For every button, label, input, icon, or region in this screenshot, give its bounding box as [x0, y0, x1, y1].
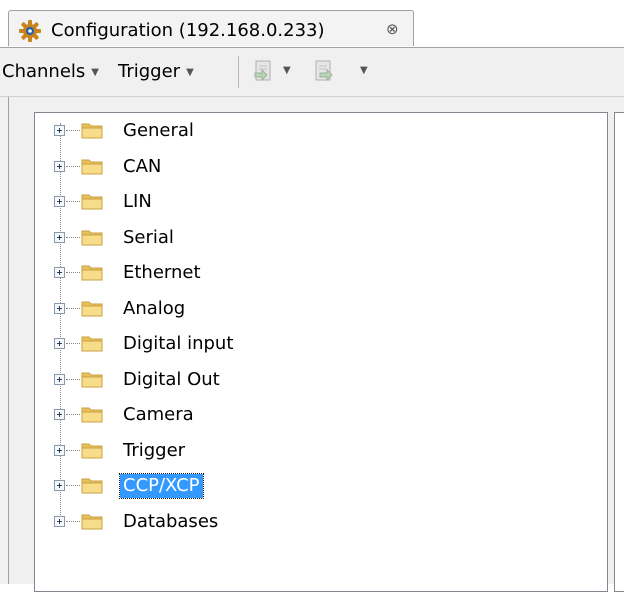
tree-item[interactable]: Trigger [0, 439, 400, 463]
tree-item[interactable]: Camera [0, 403, 400, 427]
expand-icon[interactable] [54, 480, 65, 491]
tree-item-label[interactable]: Digital input [120, 332, 236, 356]
tree-item[interactable]: Serial [0, 226, 400, 250]
trigger-label: Trigger [118, 61, 181, 82]
tab-title: Configuration (192.168.0.233) [51, 20, 325, 41]
tree-item-label[interactable]: Ethernet [120, 261, 204, 285]
folder-icon [81, 121, 103, 139]
folder-icon [81, 157, 103, 175]
details-panel [614, 112, 624, 592]
tree-item[interactable]: Digital Out [0, 368, 400, 392]
expand-icon[interactable] [54, 267, 65, 278]
tree-item-label[interactable]: Serial [120, 226, 177, 250]
tree-item-label[interactable]: LIN [120, 190, 155, 214]
tree-item[interactable]: CAN [0, 155, 400, 179]
tree-item-label[interactable]: CCP/XCP [119, 473, 204, 499]
tree-item-label[interactable]: CAN [120, 155, 164, 179]
folder-icon [81, 192, 103, 210]
tab-strip: Configuration (192.168.0.233) ⊗ [0, 0, 624, 48]
tree-connector [66, 414, 80, 415]
tree-item[interactable]: Digital input [0, 332, 400, 356]
expand-icon[interactable] [54, 125, 65, 136]
tree-item-label[interactable]: Digital Out [120, 368, 223, 392]
expand-icon[interactable] [54, 409, 65, 420]
expand-icon[interactable] [54, 373, 65, 385]
tree-connector [66, 449, 80, 451]
toolbar-separator [238, 56, 239, 88]
tree-connector [66, 272, 80, 273]
tree-item[interactable]: Analog [0, 297, 400, 321]
trigger-menu[interactable]: Trigger ▼ [118, 61, 194, 82]
folder-icon [81, 405, 103, 423]
folder-icon [81, 299, 103, 317]
folder-icon [81, 476, 103, 494]
folder-icon [81, 334, 103, 352]
expand-icon[interactable] [54, 444, 65, 456]
tree-item-label[interactable]: Analog [120, 297, 188, 321]
tab-configuration[interactable]: Configuration (192.168.0.233) ⊗ [8, 10, 414, 46]
export-icon[interactable] [312, 60, 334, 82]
chevron-down-icon[interactable]: ▼ [360, 65, 368, 76]
folder-icon [81, 263, 103, 281]
tree-connector [66, 343, 80, 344]
tree-item[interactable]: Ethernet [0, 261, 400, 285]
tree-item-label[interactable]: General [120, 119, 197, 143]
gear-icon [19, 20, 41, 42]
tree-item[interactable]: LIN [0, 190, 400, 214]
channels-label: Channels [2, 61, 86, 82]
tree-item[interactable]: CCP/XCP [0, 473, 400, 499]
tree-connector [66, 485, 80, 486]
tree-connector [66, 520, 80, 522]
tree-item-label[interactable]: Trigger [120, 439, 188, 463]
expand-icon[interactable] [54, 338, 65, 349]
tree-item-label[interactable]: Databases [120, 510, 221, 534]
folder-icon [81, 370, 103, 388]
tree-connector [66, 201, 80, 202]
expand-icon[interactable] [54, 302, 65, 314]
tree-connector [66, 165, 80, 167]
expand-icon[interactable] [54, 196, 65, 207]
tree-item-label[interactable]: Camera [120, 403, 197, 427]
toolbar: Channels ▼ Trigger ▼ ▼ ▼ [0, 48, 624, 97]
tree-connector [66, 236, 80, 238]
chevron-down-icon[interactable]: ▼ [283, 65, 291, 76]
chevron-down-icon: ▼ [91, 67, 99, 78]
expand-icon[interactable] [54, 231, 65, 243]
tree-connector [66, 307, 80, 309]
folder-icon [81, 441, 103, 459]
tree-guide-line [60, 123, 61, 527]
import-icon[interactable] [252, 60, 274, 82]
tree-item[interactable]: Databases [0, 510, 400, 534]
channels-menu[interactable]: Channels ▼ [2, 61, 99, 82]
folder-icon [81, 512, 103, 530]
tree-item[interactable]: General [0, 119, 400, 143]
expand-icon[interactable] [54, 515, 65, 527]
tree-connector [66, 378, 80, 380]
folder-icon [81, 228, 103, 246]
close-icon[interactable]: ⊗ [386, 20, 399, 38]
chevron-down-icon: ▼ [186, 67, 194, 78]
expand-icon[interactable] [54, 160, 65, 172]
tree-connector [66, 130, 80, 131]
